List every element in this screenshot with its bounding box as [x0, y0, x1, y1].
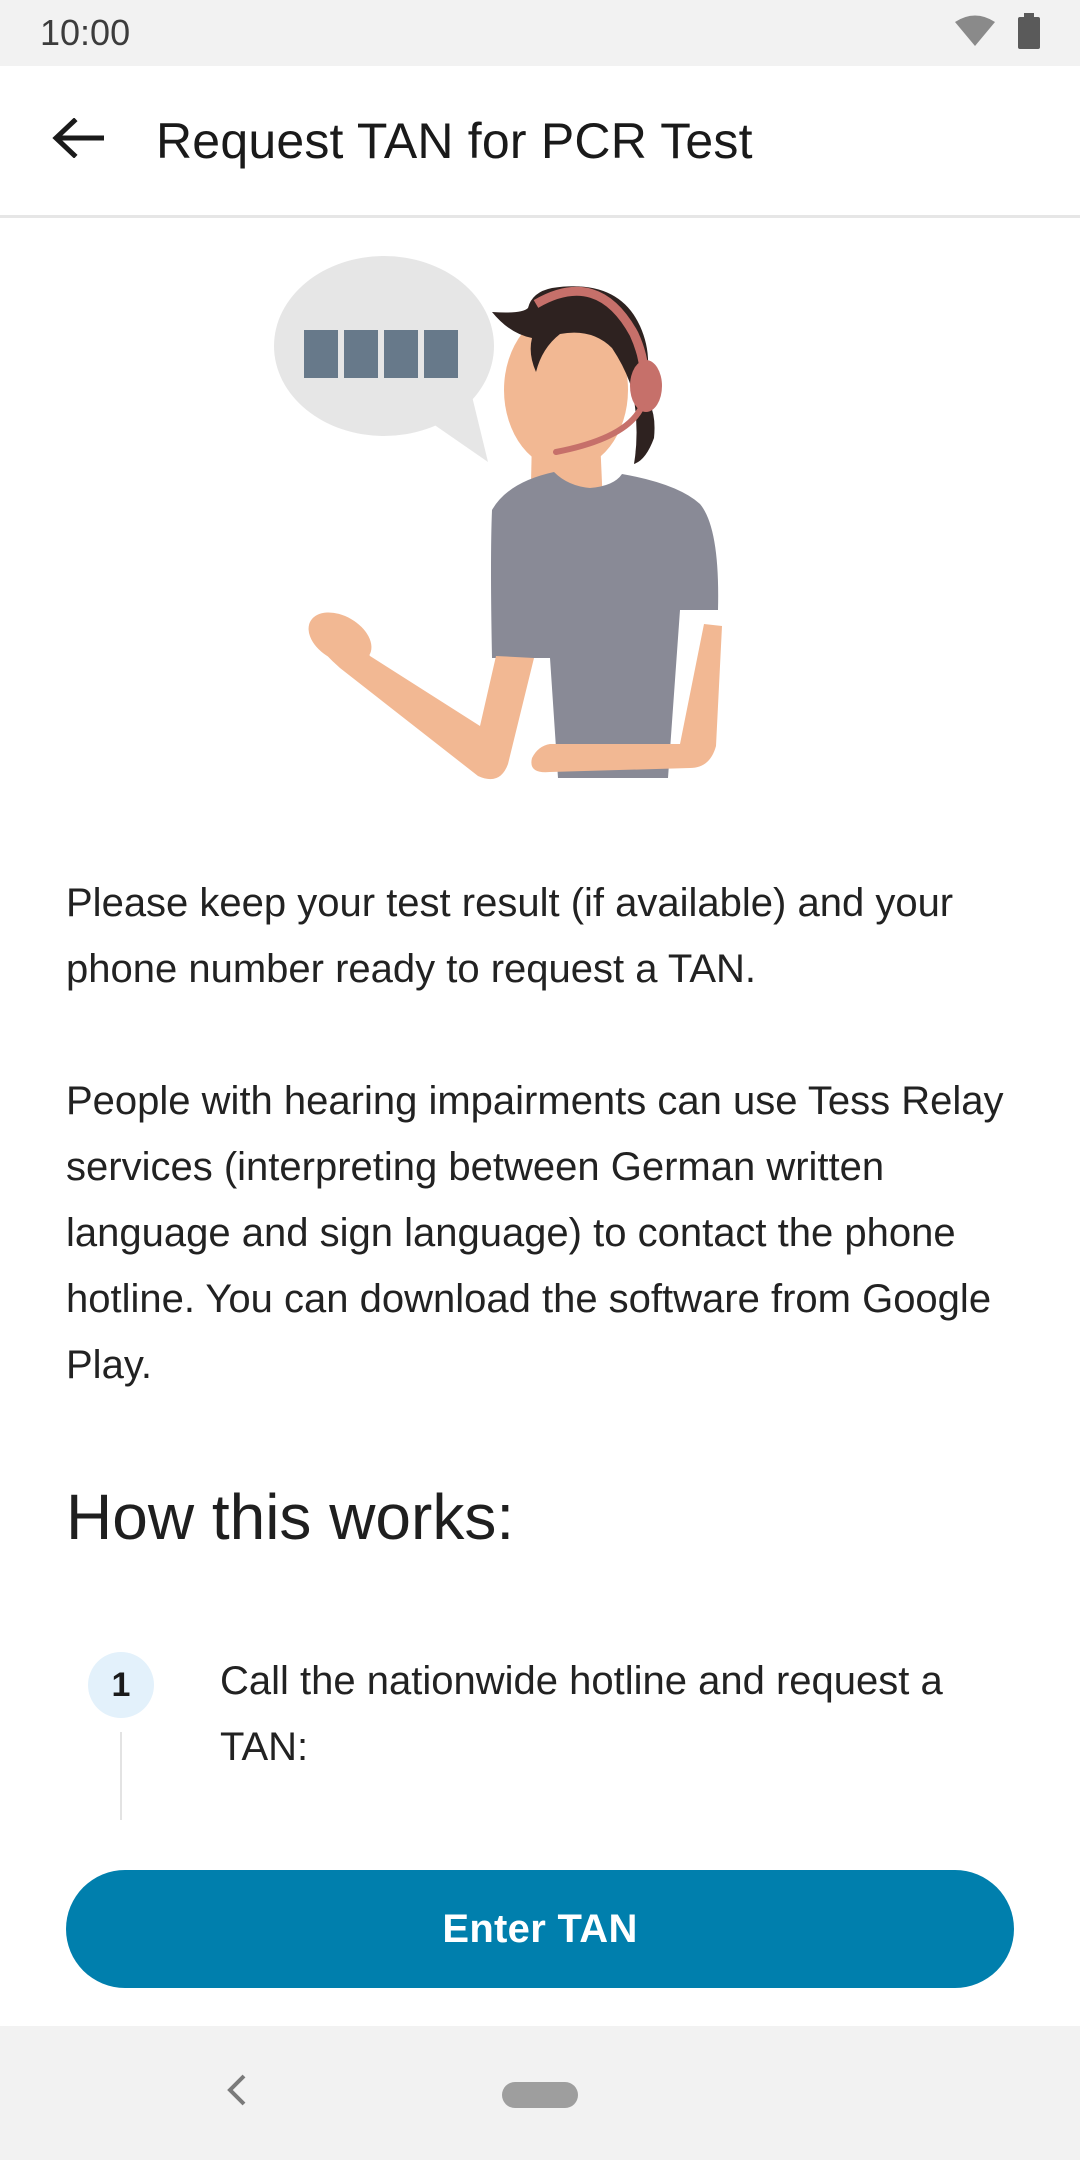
accessibility-paragraph: People with hearing impairments can use …	[66, 1079, 1004, 1387]
nav-back-button[interactable]	[214, 2066, 258, 2118]
step-connector	[120, 1732, 122, 1820]
status-time: 10:00	[40, 12, 131, 53]
speech-bubble-icon	[274, 256, 494, 462]
nav-home-button[interactable]	[502, 2082, 578, 2108]
intro-paragraph: Please keep your test result (if availab…	[66, 881, 954, 991]
status-icons	[954, 12, 1040, 54]
step-number-badge: 1	[88, 1652, 154, 1718]
scroll-content[interactable]: Please keep your test result (if availab…	[0, 218, 1080, 1830]
battery-icon	[1018, 12, 1040, 54]
enter-tan-button[interactable]: Enter TAN	[66, 1870, 1014, 1988]
footer: Enter TAN	[0, 1830, 1080, 2026]
section-title: How this works:	[66, 1481, 515, 1553]
step-text: Call the nationwide hotline and request …	[220, 1659, 943, 1769]
system-nav-bar	[0, 2026, 1080, 2160]
chevron-left-icon	[224, 2072, 248, 2113]
hotline-agent-illustration	[260, 238, 820, 828]
wifi-icon	[954, 15, 996, 52]
app-bar: Request TAN for PCR Test	[0, 66, 1080, 218]
page-title: Request TAN for PCR Test	[156, 112, 753, 169]
arrow-left-icon	[52, 117, 105, 163]
status-bar: 10:00	[0, 0, 1080, 66]
back-button[interactable]	[0, 65, 156, 217]
